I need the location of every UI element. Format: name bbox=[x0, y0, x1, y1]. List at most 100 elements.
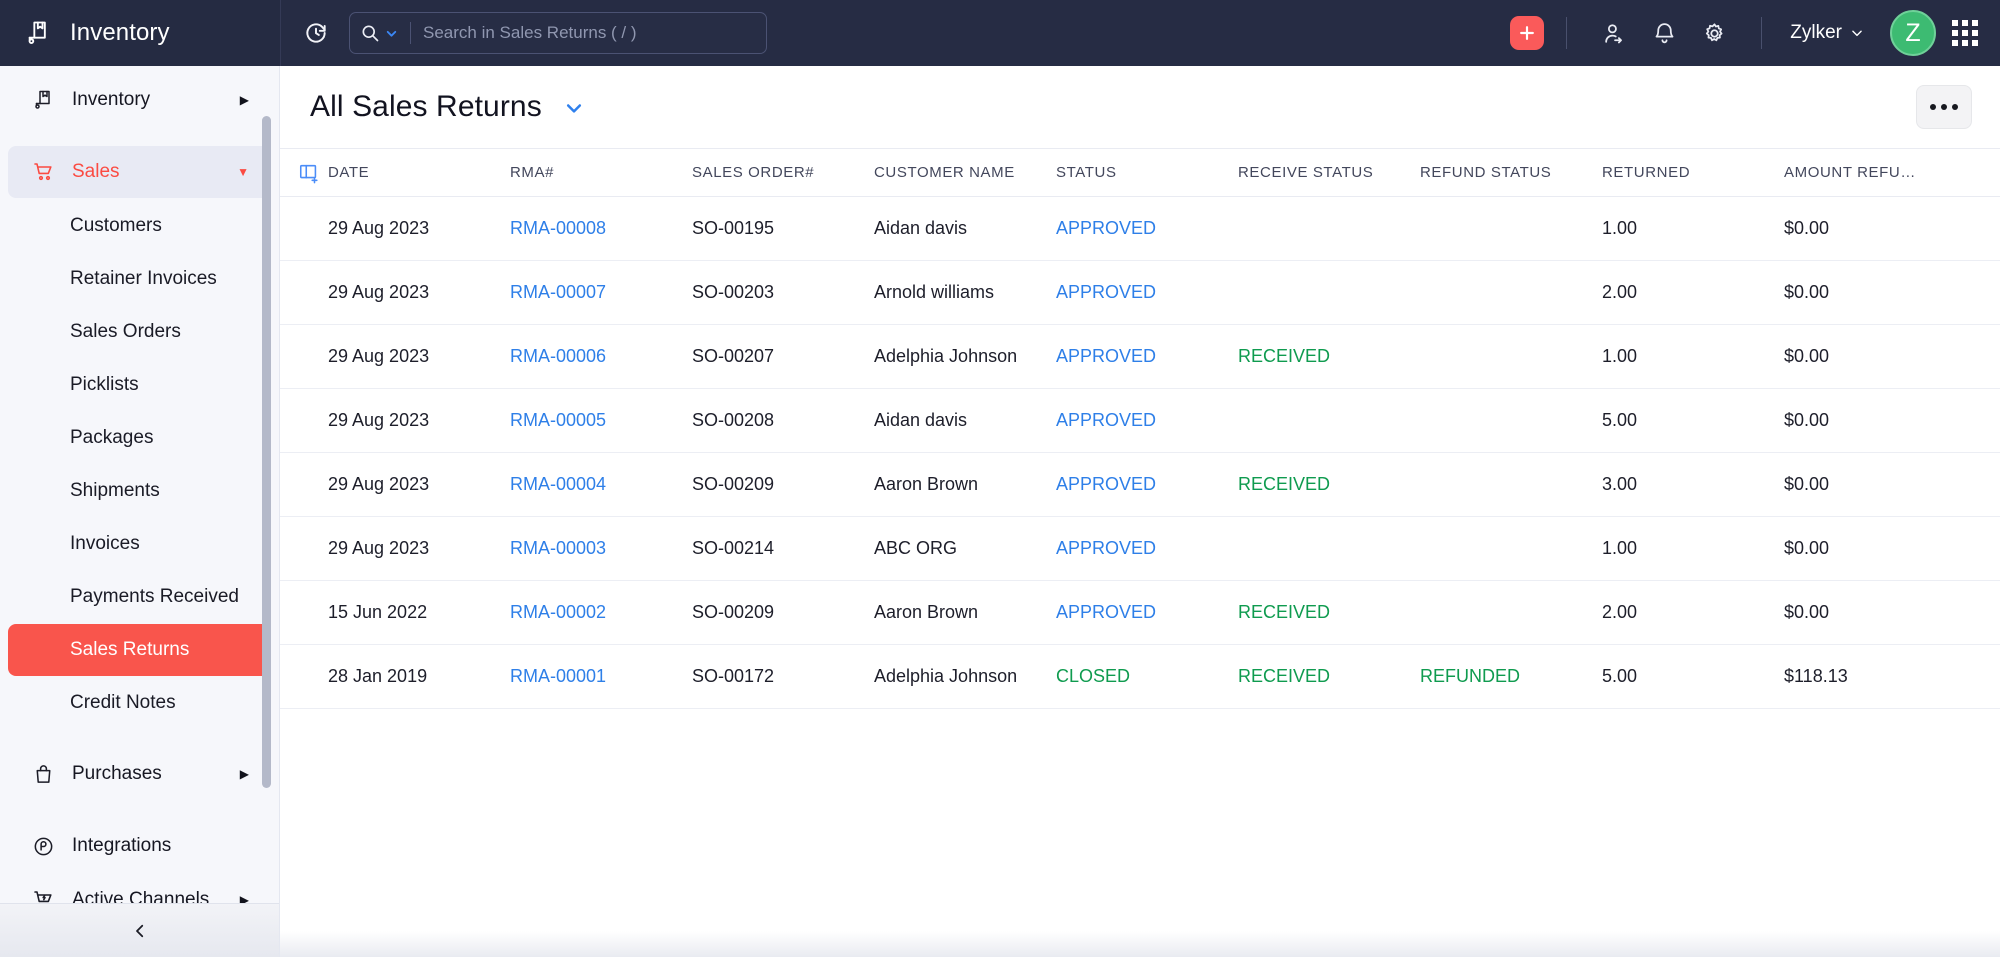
inventory-truck-icon bbox=[32, 88, 58, 112]
column-header-amount-refunded[interactable]: AMOUNT REFU… bbox=[1784, 149, 2000, 197]
cell-returned: 3.00 bbox=[1602, 453, 1784, 517]
cell-rma[interactable]: RMA-00005 bbox=[510, 389, 692, 453]
cell-refund-status bbox=[1420, 261, 1602, 325]
spacer bbox=[0, 730, 279, 746]
sidebar-item-active-channels[interactable]: Active Channels ▶ bbox=[8, 874, 271, 903]
cell-sales-order: SO-00203 bbox=[692, 261, 874, 325]
cell-rma[interactable]: RMA-00003 bbox=[510, 517, 692, 581]
sidebar-item-purchases[interactable]: Purchases ▶ bbox=[8, 748, 271, 800]
cell-rma[interactable]: RMA-00004 bbox=[510, 453, 692, 517]
row-select-cell[interactable] bbox=[280, 261, 328, 325]
brand-area[interactable]: Inventory bbox=[0, 0, 280, 66]
search-box[interactable] bbox=[349, 12, 767, 54]
chevron-down-icon[interactable] bbox=[564, 98, 584, 118]
sidebar-item-inventory[interactable]: Inventory ▶ bbox=[8, 74, 271, 126]
sidebar-item-sales[interactable]: Sales ▼ bbox=[8, 146, 271, 198]
sidebar-item-sales-orders[interactable]: Sales Orders bbox=[8, 306, 271, 358]
brand-name: Inventory bbox=[70, 19, 170, 47]
cell-amount-refunded: $118.13 bbox=[1784, 645, 2000, 709]
search-input[interactable] bbox=[423, 23, 756, 43]
table-row[interactable]: 29 Aug 2023RMA-00008SO-00195Aidan davisA… bbox=[280, 197, 2000, 261]
body-region: Inventory ▶ Sales ▼ Customers bbox=[0, 66, 2000, 957]
row-select-cell[interactable] bbox=[280, 389, 328, 453]
cell-status: APPROVED bbox=[1056, 453, 1238, 517]
row-select-cell[interactable] bbox=[280, 325, 328, 389]
sidebar-item-label: Shipments bbox=[70, 480, 160, 502]
cell-returned: 2.00 bbox=[1602, 581, 1784, 645]
refresh-clock-icon[interactable] bbox=[299, 16, 333, 50]
table-row[interactable]: 28 Jan 2019RMA-00001SO-00172Adelphia Joh… bbox=[280, 645, 2000, 709]
sidebar-item-picklists[interactable]: Picklists bbox=[8, 359, 271, 411]
column-header-rma[interactable]: RMA# bbox=[510, 149, 692, 197]
column-header-status[interactable]: STATUS bbox=[1056, 149, 1238, 197]
sidebar-item-payments-received[interactable]: Payments Received bbox=[8, 571, 271, 623]
column-header-returned[interactable]: RETURNED bbox=[1602, 149, 1784, 197]
add-new-button[interactable] bbox=[1510, 16, 1544, 50]
organization-switcher[interactable]: Zylker bbox=[1784, 22, 1870, 44]
sidebar-item-invoices[interactable]: Invoices bbox=[8, 518, 271, 570]
column-header-refund-status[interactable]: REFUND STATUS bbox=[1420, 149, 1602, 197]
cell-returned: 5.00 bbox=[1602, 389, 1784, 453]
chevron-right-icon: ▶ bbox=[240, 893, 249, 903]
cell-rma[interactable]: RMA-00008 bbox=[510, 197, 692, 261]
row-select-cell[interactable] bbox=[280, 581, 328, 645]
grid-apps-icon[interactable] bbox=[1952, 20, 1978, 46]
row-select-cell[interactable] bbox=[280, 517, 328, 581]
sidebar-item-credit-notes[interactable]: Credit Notes bbox=[8, 677, 271, 729]
cell-receive-status bbox=[1238, 389, 1420, 453]
bell-icon[interactable] bbox=[1646, 15, 1682, 51]
sidebar-item-sales-returns[interactable]: Sales Returns bbox=[8, 624, 271, 676]
top-bar-right: Zylker Z bbox=[280, 0, 2000, 66]
cell-refund-status bbox=[1420, 453, 1602, 517]
cell-receive-status: RECEIVED bbox=[1238, 645, 1420, 709]
sidebar: Inventory ▶ Sales ▼ Customers bbox=[0, 66, 280, 957]
sidebar-item-label: Sales Returns bbox=[70, 639, 189, 661]
sidebar-item-packages[interactable]: Packages bbox=[8, 412, 271, 464]
column-header-date[interactable]: DATE bbox=[328, 149, 510, 197]
sidebar-item-shipments[interactable]: Shipments bbox=[8, 465, 271, 517]
column-header-sales-order[interactable]: SALES ORDER# bbox=[692, 149, 874, 197]
sidebar-scroll-area: Inventory ▶ Sales ▼ Customers bbox=[0, 66, 279, 903]
table-row[interactable]: 29 Aug 2023RMA-00006SO-00207Adelphia Joh… bbox=[280, 325, 2000, 389]
cell-returned: 1.00 bbox=[1602, 197, 1784, 261]
row-select-cell[interactable] bbox=[280, 645, 328, 709]
cell-sales-order: SO-00208 bbox=[692, 389, 874, 453]
table-row[interactable]: 15 Jun 2022RMA-00002SO-00209Aaron BrownA… bbox=[280, 581, 2000, 645]
table-row[interactable]: 29 Aug 2023RMA-00003SO-00214ABC ORGAPPRO… bbox=[280, 517, 2000, 581]
sidebar-collapse-button[interactable] bbox=[0, 903, 279, 957]
cell-status: APPROVED bbox=[1056, 517, 1238, 581]
table-row[interactable]: 29 Aug 2023RMA-00007SO-00203Arnold willi… bbox=[280, 261, 2000, 325]
gear-icon[interactable] bbox=[1696, 15, 1732, 51]
subscribe-user-icon[interactable] bbox=[1596, 15, 1632, 51]
chevron-down-icon[interactable] bbox=[385, 27, 398, 40]
sidebar-item-customers[interactable]: Customers bbox=[8, 200, 271, 252]
table-head: DATE RMA# SALES ORDER# CUSTOMER NAME STA… bbox=[280, 149, 2000, 197]
sidebar-item-integrations[interactable]: Integrations bbox=[8, 820, 271, 872]
cell-rma[interactable]: RMA-00007 bbox=[510, 261, 692, 325]
more-options-button[interactable] bbox=[1916, 85, 1972, 129]
shopping-cart-icon bbox=[32, 160, 58, 184]
column-header-receive-status[interactable]: RECEIVE STATUS bbox=[1238, 149, 1420, 197]
column-header-customer-name[interactable]: CUSTOMER NAME bbox=[874, 149, 1056, 197]
page-title-area[interactable]: All Sales Returns bbox=[310, 90, 584, 124]
chevron-right-icon: ▶ bbox=[240, 93, 249, 107]
cell-status: APPROVED bbox=[1056, 325, 1238, 389]
sidebar-item-label: Invoices bbox=[70, 533, 140, 555]
row-select-cell[interactable] bbox=[280, 453, 328, 517]
sidebar-item-retainer-invoices[interactable]: Retainer Invoices bbox=[8, 253, 271, 305]
table-row[interactable]: 29 Aug 2023RMA-00005SO-00208Aidan davisA… bbox=[280, 389, 2000, 453]
sidebar-item-label: Active Channels bbox=[72, 889, 226, 903]
cell-rma[interactable]: RMA-00002 bbox=[510, 581, 692, 645]
table-row[interactable]: 29 Aug 2023RMA-00004SO-00209Aaron BrownA… bbox=[280, 453, 2000, 517]
chevron-down-icon: ▼ bbox=[237, 165, 249, 179]
avatar[interactable]: Z bbox=[1890, 10, 1936, 56]
row-select-cell[interactable] bbox=[280, 197, 328, 261]
cell-status: APPROVED bbox=[1056, 389, 1238, 453]
cell-rma[interactable]: RMA-00001 bbox=[510, 645, 692, 709]
search-divider bbox=[410, 22, 411, 44]
cell-rma[interactable]: RMA-00006 bbox=[510, 325, 692, 389]
sidebar-item-label: Purchases bbox=[72, 763, 226, 785]
cell-sales-order: SO-00214 bbox=[692, 517, 874, 581]
add-column-icon[interactable] bbox=[298, 162, 328, 184]
sidebar-scrollbar[interactable] bbox=[262, 116, 271, 788]
